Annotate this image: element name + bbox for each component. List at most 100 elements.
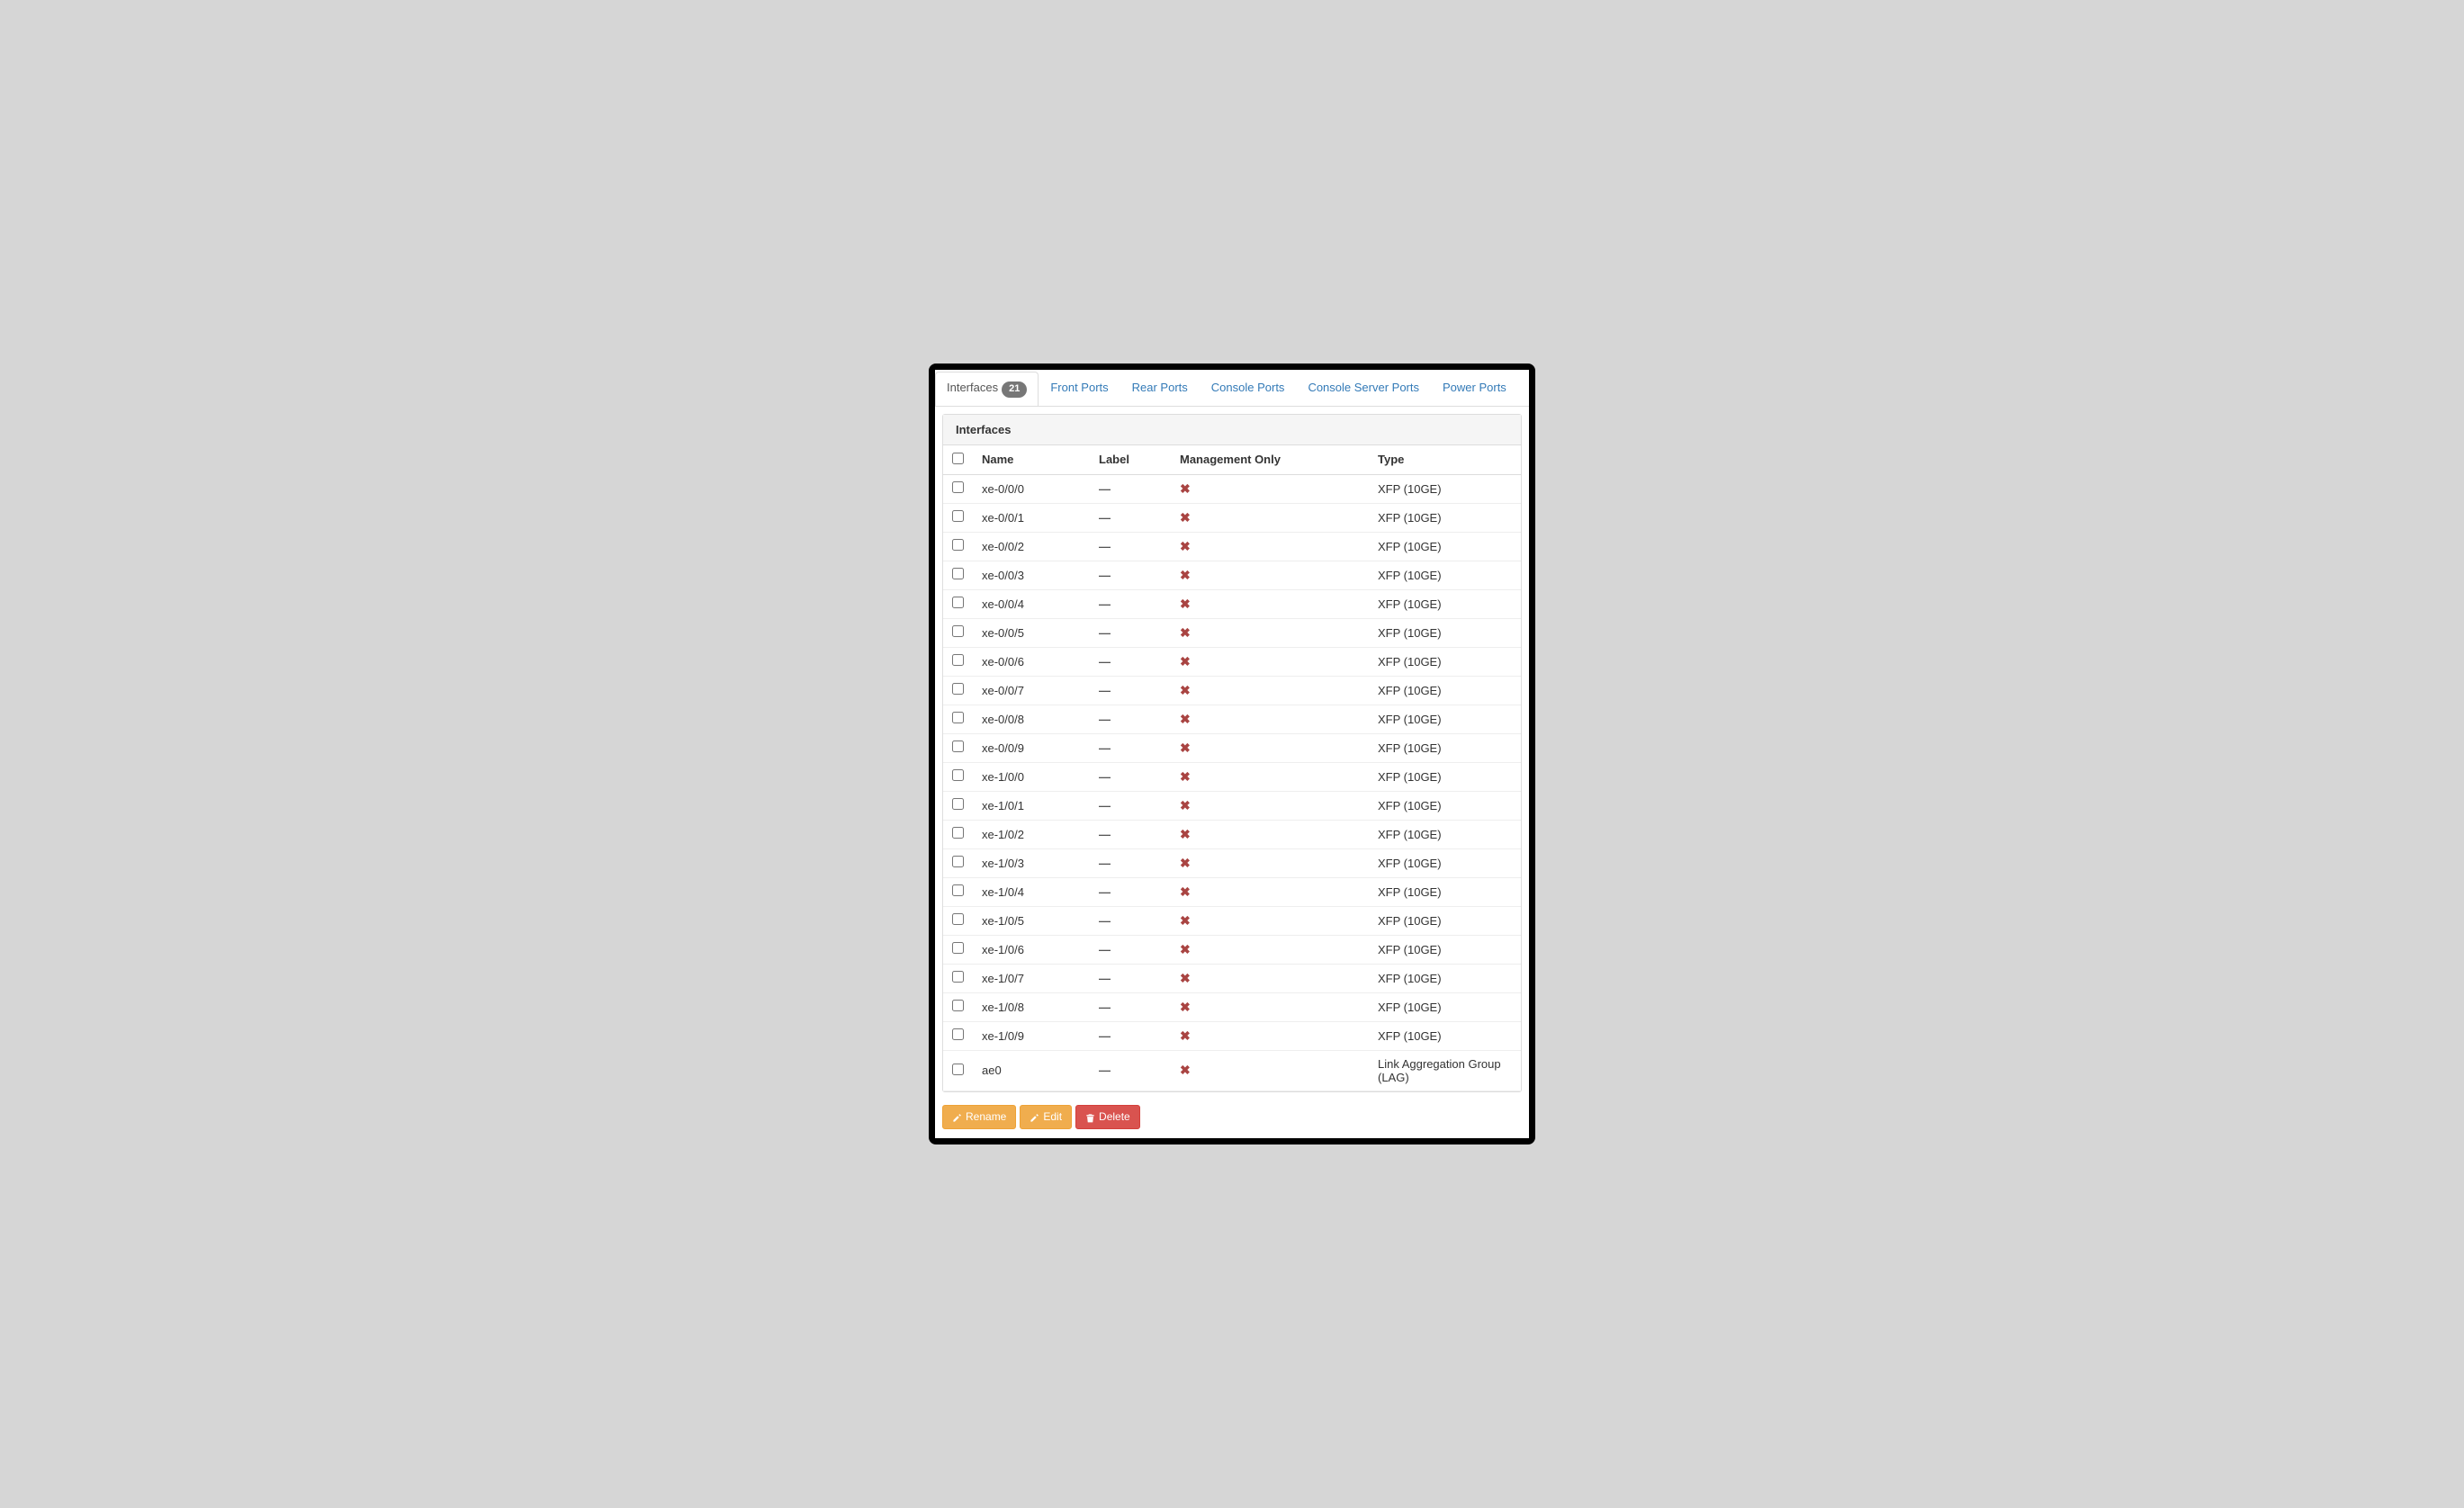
row-checkbox[interactable] <box>952 654 964 666</box>
interface-name[interactable]: xe-0/0/9 <box>973 733 1090 762</box>
tab-power-ports[interactable]: Power Ports <box>1431 372 1518 406</box>
column-header-label[interactable]: Label <box>1090 445 1171 475</box>
interface-type: XFP (10GE) <box>1369 1021 1521 1050</box>
table-row: xe-0/0/2—✖XFP (10GE) <box>943 532 1521 561</box>
tab-rear-ports[interactable]: Rear Ports <box>1120 372 1200 406</box>
row-checkbox[interactable] <box>952 625 964 637</box>
interfaces-table: Name Label Management Only Type xe-0/0/0… <box>943 445 1521 1091</box>
interface-label: — <box>1090 532 1171 561</box>
interface-name[interactable]: xe-0/0/1 <box>973 503 1090 532</box>
row-checkbox[interactable] <box>952 971 964 983</box>
column-header-name[interactable]: Name <box>973 445 1090 475</box>
x-icon: ✖ <box>1180 625 1191 640</box>
interface-mgmt-only: ✖ <box>1171 532 1369 561</box>
row-checkbox[interactable] <box>952 741 964 752</box>
interface-name[interactable]: xe-0/0/0 <box>973 474 1090 503</box>
table-row: xe-1/0/4—✖XFP (10GE) <box>943 877 1521 906</box>
interface-name[interactable]: xe-0/0/2 <box>973 532 1090 561</box>
row-checkbox[interactable] <box>952 827 964 839</box>
interface-name[interactable]: xe-1/0/3 <box>973 848 1090 877</box>
interface-label: — <box>1090 791 1171 820</box>
interface-label: — <box>1090 762 1171 791</box>
trash-icon <box>1085 1112 1095 1122</box>
interface-label: — <box>1090 820 1171 848</box>
select-all-checkbox[interactable] <box>952 453 964 464</box>
rename-button[interactable]: Rename <box>942 1105 1016 1129</box>
interface-mgmt-only: ✖ <box>1171 1021 1369 1050</box>
x-icon: ✖ <box>1180 741 1191 755</box>
row-checkbox[interactable] <box>952 568 964 579</box>
interface-mgmt-only: ✖ <box>1171 647 1369 676</box>
interface-name[interactable]: xe-0/0/6 <box>973 647 1090 676</box>
interface-name[interactable]: xe-0/0/4 <box>973 589 1090 618</box>
tab-label: Console Ports <box>1211 381 1285 394</box>
interface-mgmt-only: ✖ <box>1171 791 1369 820</box>
tab-front-ports[interactable]: Front Ports <box>1039 372 1120 406</box>
row-checkbox[interactable] <box>952 884 964 896</box>
row-checkbox[interactable] <box>952 597 964 608</box>
row-checkbox[interactable] <box>952 683 964 695</box>
interface-label: — <box>1090 474 1171 503</box>
x-icon: ✖ <box>1180 971 1191 985</box>
interface-name[interactable]: xe-1/0/6 <box>973 935 1090 964</box>
row-checkbox[interactable] <box>952 942 964 954</box>
table-row: xe-1/0/7—✖XFP (10GE) <box>943 964 1521 992</box>
interface-label: — <box>1090 1021 1171 1050</box>
interface-name[interactable]: xe-1/0/9 <box>973 1021 1090 1050</box>
column-header-mgmt[interactable]: Management Only <box>1171 445 1369 475</box>
tab-bar: Interfaces21Front PortsRear Ports Console… <box>935 370 1529 406</box>
column-header-type[interactable]: Type <box>1369 445 1521 475</box>
tab-console-server-ports[interactable]: Console Server Ports <box>1296 372 1431 406</box>
row-checkbox[interactable] <box>952 481 964 493</box>
row-checkbox[interactable] <box>952 856 964 867</box>
interface-name[interactable]: xe-0/0/8 <box>973 705 1090 733</box>
row-checkbox[interactable] <box>952 769 964 781</box>
table-row: xe-1/0/3—✖XFP (10GE) <box>943 848 1521 877</box>
interface-name[interactable]: xe-0/0/7 <box>973 676 1090 705</box>
row-checkbox[interactable] <box>952 539 964 551</box>
x-icon: ✖ <box>1180 568 1191 582</box>
table-row: xe-0/0/0—✖XFP (10GE) <box>943 474 1521 503</box>
interface-type: XFP (10GE) <box>1369 532 1521 561</box>
interface-type: XFP (10GE) <box>1369 762 1521 791</box>
tab-interfaces[interactable]: Interfaces21 <box>935 372 1039 406</box>
interface-mgmt-only: ✖ <box>1171 877 1369 906</box>
interface-name[interactable]: xe-1/0/4 <box>973 877 1090 906</box>
interface-name[interactable]: xe-0/0/3 <box>973 561 1090 589</box>
interface-mgmt-only: ✖ <box>1171 474 1369 503</box>
interface-mgmt-only: ✖ <box>1171 762 1369 791</box>
row-checkbox[interactable] <box>952 1000 964 1011</box>
table-row: xe-0/0/9—✖XFP (10GE) <box>943 733 1521 762</box>
interface-type: XFP (10GE) <box>1369 618 1521 647</box>
panel-heading: Interfaces <box>943 415 1521 445</box>
interface-name[interactable]: xe-1/0/5 <box>973 906 1090 935</box>
interface-name[interactable]: xe-1/0/0 <box>973 762 1090 791</box>
tab-power-outlets[interactable]: Power Outlets <box>1518 372 1529 406</box>
x-icon: ✖ <box>1180 1028 1191 1043</box>
row-checkbox[interactable] <box>952 1028 964 1040</box>
interface-mgmt-only: ✖ <box>1171 561 1369 589</box>
tab-console-ports[interactable]: Console Ports <box>1200 372 1297 406</box>
interface-name[interactable]: xe-1/0/1 <box>973 791 1090 820</box>
interface-name[interactable]: xe-0/0/5 <box>973 618 1090 647</box>
interface-name[interactable]: ae0 <box>973 1050 1090 1091</box>
edit-button[interactable]: Edit <box>1020 1105 1072 1129</box>
x-icon: ✖ <box>1180 510 1191 525</box>
edit-button-label: Edit <box>1043 1109 1062 1125</box>
interface-type: XFP (10GE) <box>1369 992 1521 1021</box>
interface-name[interactable]: xe-1/0/8 <box>973 992 1090 1021</box>
row-checkbox[interactable] <box>952 510 964 522</box>
interface-name[interactable]: xe-1/0/7 <box>973 964 1090 992</box>
interface-label: — <box>1090 935 1171 964</box>
interface-label: — <box>1090 992 1171 1021</box>
row-checkbox[interactable] <box>952 712 964 723</box>
x-icon: ✖ <box>1180 481 1191 496</box>
interface-mgmt-only: ✖ <box>1171 964 1369 992</box>
delete-button[interactable]: Delete <box>1075 1105 1140 1129</box>
row-checkbox[interactable] <box>952 913 964 925</box>
interface-name[interactable]: xe-1/0/2 <box>973 820 1090 848</box>
row-checkbox[interactable] <box>952 1064 964 1075</box>
interface-type: XFP (10GE) <box>1369 935 1521 964</box>
row-checkbox[interactable] <box>952 798 964 810</box>
interface-mgmt-only: ✖ <box>1171 935 1369 964</box>
